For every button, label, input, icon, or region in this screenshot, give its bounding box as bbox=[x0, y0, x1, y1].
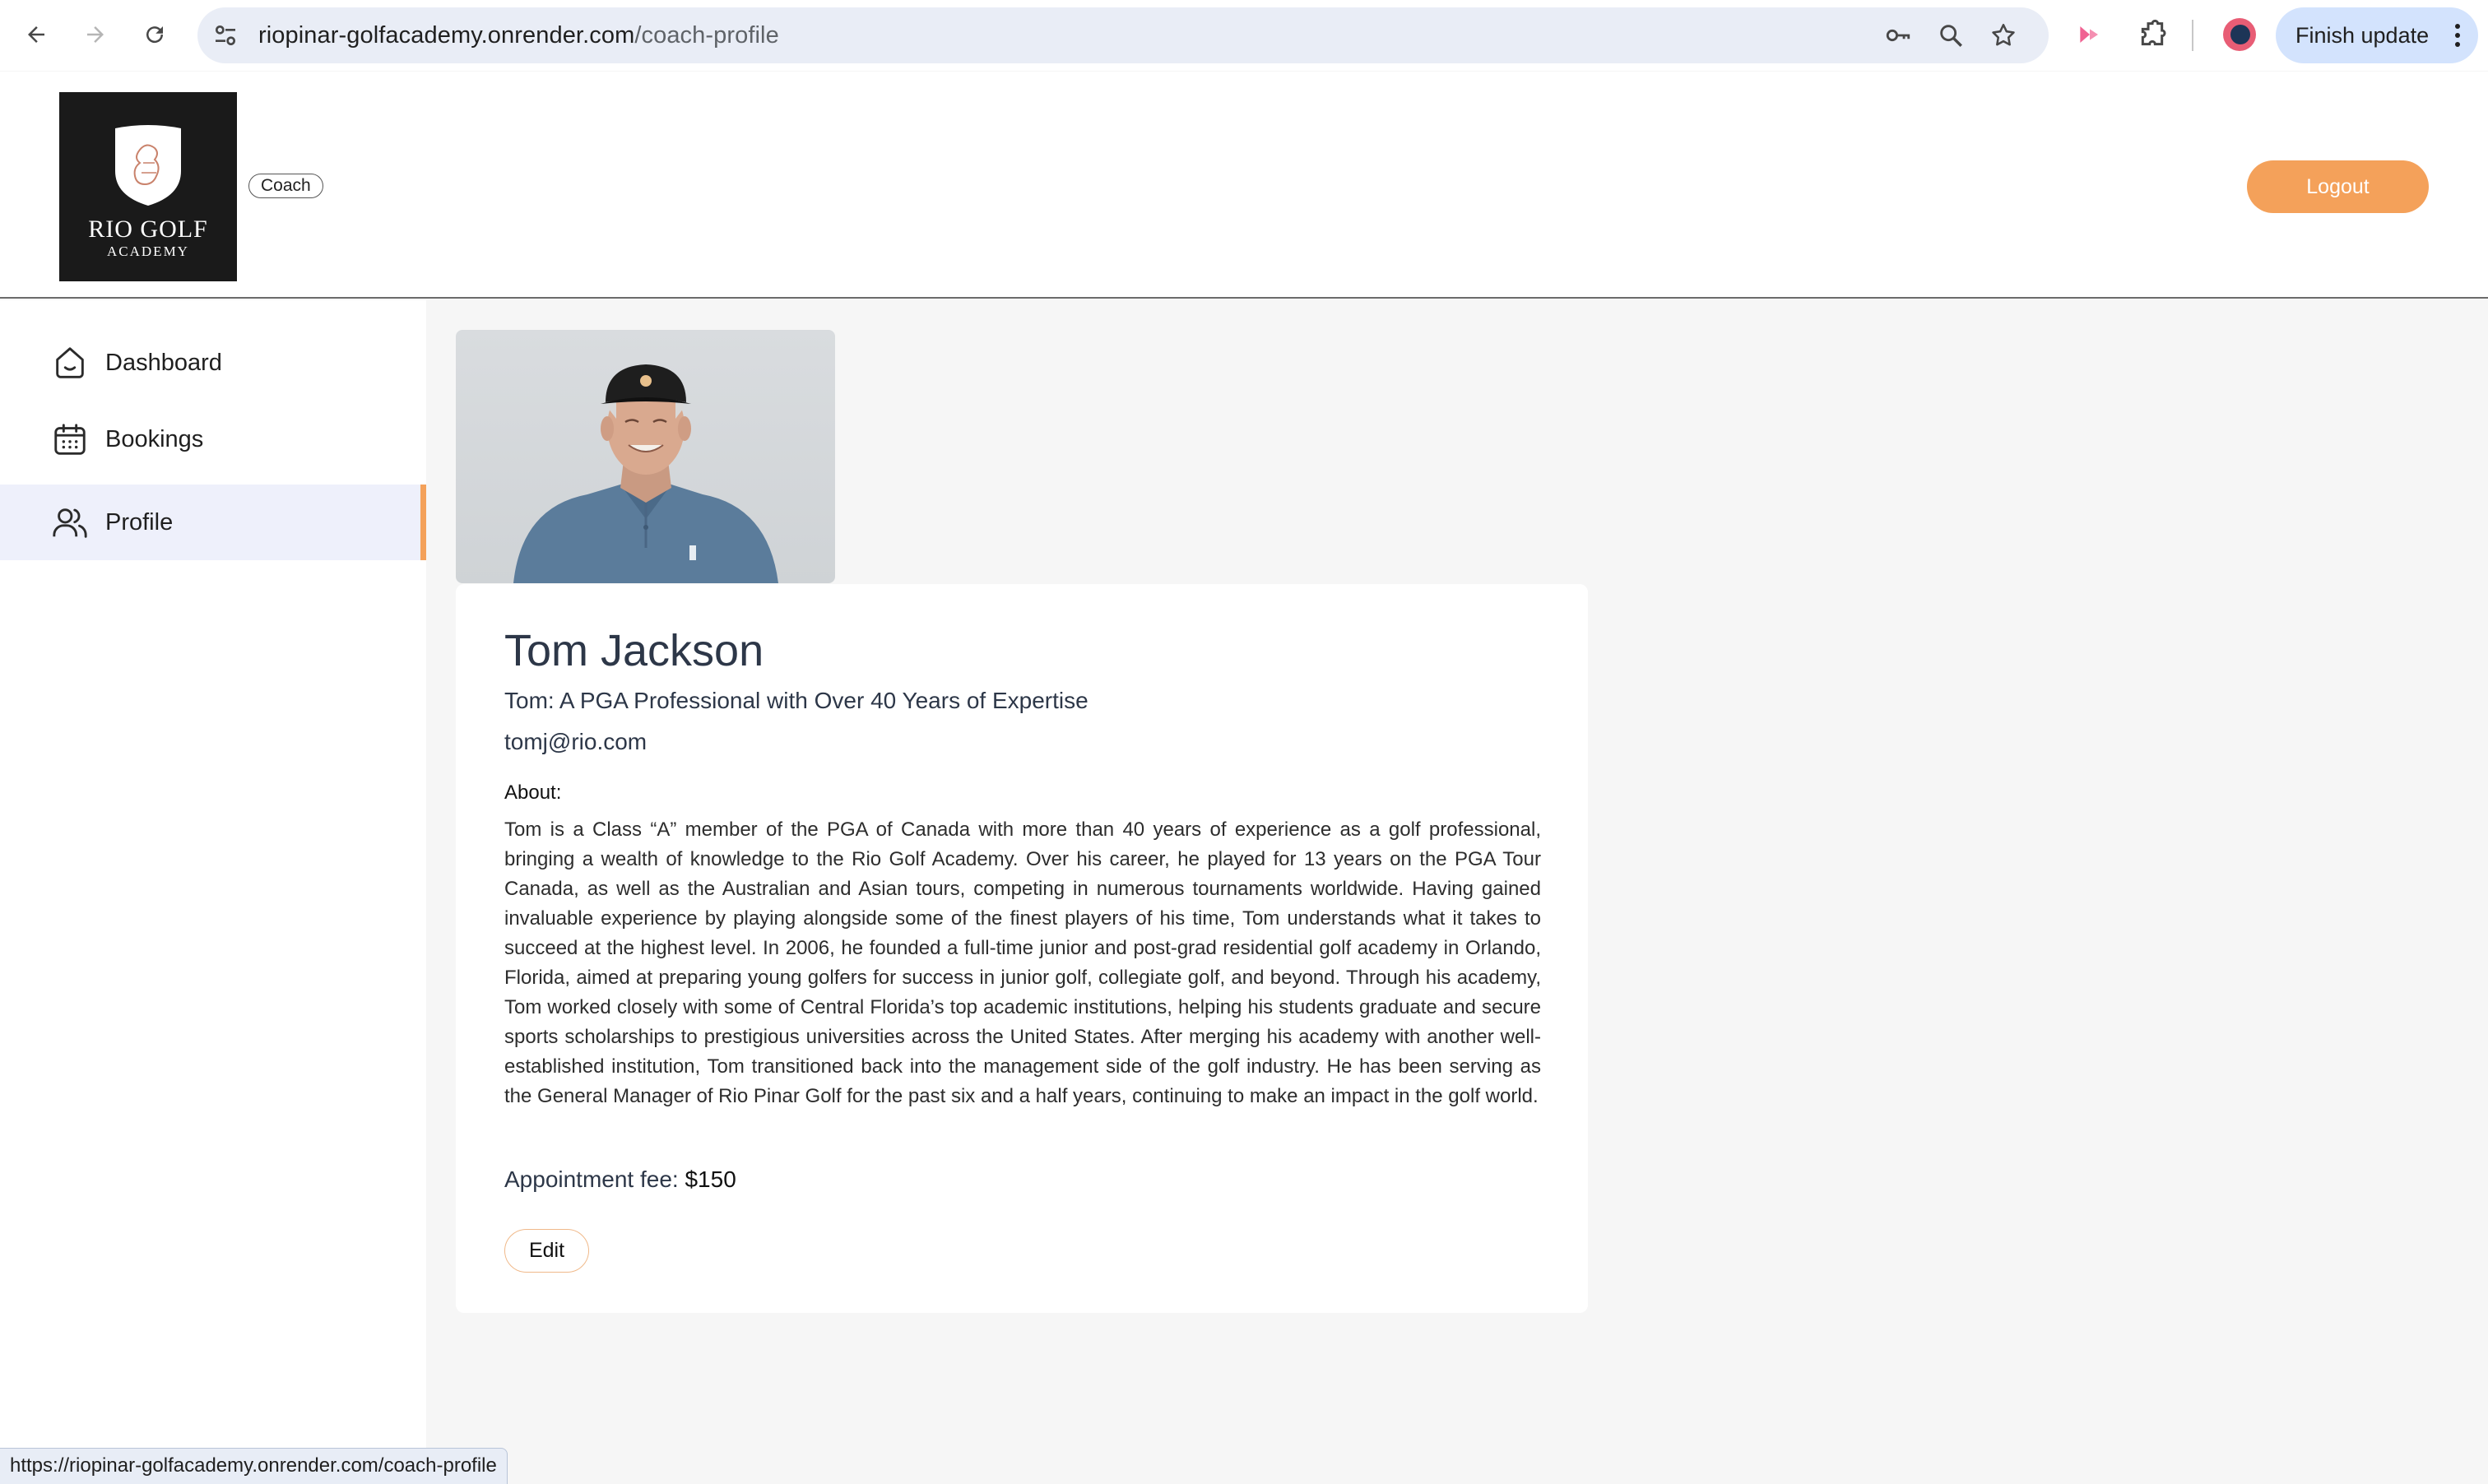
sidebar-item-bookings[interactable]: Bookings bbox=[0, 401, 426, 477]
bookmark-star-icon[interactable] bbox=[1989, 21, 2017, 49]
sidebar-item-profile[interactable]: Profile bbox=[0, 485, 426, 560]
site-settings-icon[interactable] bbox=[212, 22, 239, 49]
logo-title: RIO GOLF bbox=[88, 216, 208, 243]
reload-icon[interactable] bbox=[135, 15, 174, 54]
profile-avatar-icon[interactable] bbox=[2223, 18, 2256, 51]
address-bar[interactable]: riopinar-golfacademy.onrender.com/coach-… bbox=[197, 7, 2049, 63]
rio-golf-logo[interactable]: RIO GOLF ACADEMY bbox=[59, 92, 237, 281]
fee-value: $150 bbox=[685, 1166, 736, 1192]
about-label: About: bbox=[504, 781, 562, 804]
edit-profile-button[interactable]: Edit bbox=[504, 1229, 589, 1273]
extensions-puzzle-icon[interactable] bbox=[2136, 18, 2169, 51]
appointment-fee: Appointment fee: $150 bbox=[504, 1166, 736, 1193]
coach-portrait-image bbox=[513, 364, 778, 583]
users-icon bbox=[53, 508, 87, 538]
extension-pink-icon[interactable] bbox=[2073, 18, 2106, 51]
calendar-icon bbox=[54, 424, 86, 455]
profile-card: Tom Jackson Tom: A PGA Professional with… bbox=[456, 584, 1588, 1313]
toolbar-divider bbox=[2192, 20, 2193, 51]
sidebar-item-label: Profile bbox=[105, 508, 174, 536]
home-icon bbox=[56, 347, 84, 378]
coach-photo bbox=[456, 330, 835, 583]
logo-subtitle: ACADEMY bbox=[107, 243, 189, 259]
sidebar: Dashboard Bookings Profile bbox=[0, 300, 426, 1484]
role-badge: Coach bbox=[248, 174, 323, 198]
more-menu-icon[interactable] bbox=[2455, 24, 2460, 47]
app-header: RIO GOLF ACADEMY Coach Logout bbox=[0, 72, 2488, 299]
about-text: Tom is a Class “A” member of the PGA of … bbox=[504, 819, 1541, 1107]
back-icon[interactable] bbox=[16, 15, 56, 54]
sidebar-item-label: Bookings bbox=[105, 425, 204, 452]
fee-label: Appointment fee: bbox=[504, 1166, 685, 1192]
url-text[interactable]: riopinar-golfacademy.onrender.com/coach-… bbox=[258, 7, 779, 63]
coach-headline: Tom: A PGA Professional with Over 40 Yea… bbox=[504, 688, 1088, 713]
shield-crest-icon bbox=[115, 125, 181, 206]
forward-icon[interactable] bbox=[76, 15, 115, 54]
sidebar-item-label: Dashboard bbox=[105, 349, 222, 376]
zoom-icon[interactable] bbox=[1937, 21, 1965, 49]
browser-toolbar: riopinar-golfacademy.onrender.com/coach-… bbox=[0, 0, 2488, 71]
finish-update-button[interactable]: Finish update bbox=[2276, 7, 2478, 63]
coach-email: tomj@rio.com bbox=[504, 729, 648, 754]
finish-update-label: Finish update bbox=[2295, 22, 2430, 48]
status-bar-link-preview: https://riopinar-golfacademy.onrender.co… bbox=[0, 1448, 508, 1484]
sidebar-item-dashboard[interactable]: Dashboard bbox=[0, 325, 426, 401]
logout-button[interactable]: Logout bbox=[2247, 160, 2429, 213]
password-key-icon[interactable] bbox=[1884, 21, 1912, 49]
coach-name: Tom Jackson bbox=[504, 626, 764, 675]
